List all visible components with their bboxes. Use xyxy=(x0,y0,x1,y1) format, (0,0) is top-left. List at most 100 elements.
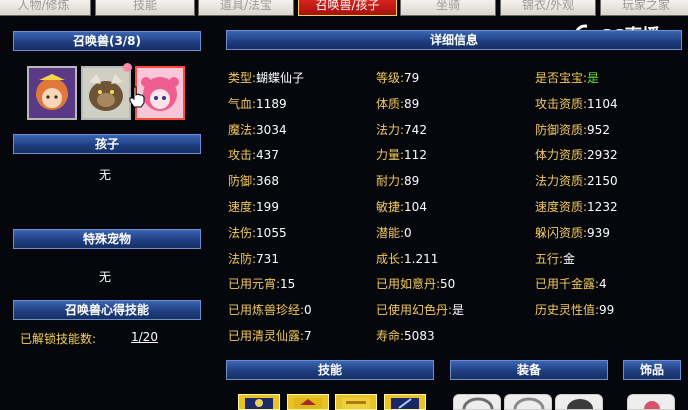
tab-summons[interactable]: 召唤兽/孩子 xyxy=(298,0,397,16)
stat-col3-row-5: 速度资质:1232 xyxy=(535,198,618,215)
tab-mount[interactable]: 坐骑 xyxy=(400,0,496,16)
stat-col2-row-3: 力量:112 xyxy=(376,146,427,163)
stat-value: 2150 xyxy=(587,174,618,188)
stat-value: 99 xyxy=(599,303,615,317)
skill-slot-4[interactable] xyxy=(384,394,426,410)
summon-thumb-2[interactable] xyxy=(81,66,131,120)
stat-label: 类型: xyxy=(228,71,257,85)
stat-col3-row-4: 法力资质:2150 xyxy=(535,172,618,189)
stat-value: 是 xyxy=(587,71,600,85)
stat-col1-row-3: 攻击:437 xyxy=(228,146,279,163)
stat-label: 体质: xyxy=(376,97,405,111)
stat-value: 15 xyxy=(280,277,296,291)
stat-label: 潜能: xyxy=(376,226,405,240)
stat-label: 五行: xyxy=(535,252,564,266)
stat-col3-row-6: 躲闪资质:939 xyxy=(535,224,610,241)
tab-items[interactable]: 道具/法宝 xyxy=(198,0,294,16)
stat-value: 89 xyxy=(404,174,420,188)
stat-value: 蝴蝶仙子 xyxy=(256,71,305,85)
stat-col3-row-2: 防御资质:952 xyxy=(535,121,610,138)
skill-slot-3[interactable] xyxy=(335,394,377,410)
stat-label: 等级: xyxy=(376,71,405,85)
stat-value: 368 xyxy=(256,174,279,188)
stat-col2-row-2: 法力:742 xyxy=(376,121,427,138)
stat-col1-row-5: 速度:199 xyxy=(228,198,279,215)
tab-skills[interactable]: 技能 xyxy=(95,0,195,16)
detail-info-title: 详细信息 xyxy=(226,30,682,50)
equip-slot-1[interactable] xyxy=(453,394,501,410)
stat-col1-row-1: 气血:1189 xyxy=(228,95,287,112)
child-title: 孩子 xyxy=(13,134,201,154)
stat-label: 已用元宵: xyxy=(228,277,281,291)
stat-label: 寿命: xyxy=(376,329,405,343)
stat-value: 1232 xyxy=(587,200,618,214)
stat-label: 成长: xyxy=(376,252,405,266)
stat-col3-row-7: 五行:金 xyxy=(535,250,575,267)
equip-slot-2[interactable] xyxy=(504,394,552,410)
child-value: 无 xyxy=(99,168,112,182)
stat-value: 952 xyxy=(587,123,610,137)
butterfly-fairy-avatar xyxy=(29,68,75,118)
stat-label: 法防: xyxy=(228,252,257,266)
tab-outfit[interactable]: 锦衣/外观 xyxy=(500,0,596,16)
unlocked-skills-label: 已解锁技能数: xyxy=(20,332,97,346)
stat-label: 攻击: xyxy=(228,148,257,162)
unlocked-skills-value[interactable]: 1/20 xyxy=(131,330,158,344)
stat-label: 耐力: xyxy=(376,174,405,188)
stat-label: 已用炼兽珍经: xyxy=(228,303,305,317)
stat-col2-row-0: 等级:79 xyxy=(376,69,419,86)
stat-label: 气血: xyxy=(228,97,257,111)
stat-label: 法力: xyxy=(376,123,405,137)
new-badge-dot xyxy=(123,63,132,72)
stat-value: 2932 xyxy=(587,148,618,162)
stat-value: 437 xyxy=(256,148,279,162)
accessory-slot[interactable] xyxy=(627,394,675,410)
special-pet-title: 特殊宠物 xyxy=(13,229,201,249)
stat-value: 1104 xyxy=(587,97,618,111)
stat-label: 体力资质: xyxy=(535,148,588,162)
tab-home[interactable]: 玩家之家 xyxy=(600,0,688,16)
stat-value: 50 xyxy=(440,277,456,291)
special-pet-value: 无 xyxy=(99,270,112,284)
stat-label: 防御: xyxy=(228,174,257,188)
stat-value: 939 xyxy=(587,226,610,240)
stat-label: 力量: xyxy=(376,148,405,162)
stat-col2-row-5: 敏捷:104 xyxy=(376,198,427,215)
skill-slot-1[interactable] xyxy=(238,394,280,410)
accessory-section-title: 饰品 xyxy=(623,360,681,380)
equip-slot-3[interactable] xyxy=(555,394,603,410)
top-tab-bar: 人物/修炼 技能 道具/法宝 召唤兽/孩子 坐骑 锦衣/外观 玩家之家 xyxy=(0,0,688,17)
summon-thumb-1[interactable] xyxy=(27,66,77,120)
stat-col2-row-7: 成长:1.211 xyxy=(376,250,438,267)
stat-col2-row-1: 体质:89 xyxy=(376,95,419,112)
skill-icon xyxy=(245,398,273,409)
stat-label: 历史灵性值: xyxy=(535,303,600,317)
equipment-section-title: 装备 xyxy=(450,360,608,380)
skill-slot-2[interactable] xyxy=(287,394,329,410)
beast-avatar xyxy=(83,68,129,118)
stat-value: 0 xyxy=(304,303,312,317)
stat-col1-row-0: 类型:蝴蝶仙子 xyxy=(228,69,304,86)
stat-value: 4 xyxy=(599,277,607,291)
collar-equip-icon xyxy=(513,397,545,409)
tab-character[interactable]: 人物/修炼 xyxy=(0,0,91,16)
stat-label: 速度: xyxy=(228,200,257,214)
stat-col1-row-4: 防御:368 xyxy=(228,172,279,189)
stat-col2-row-6: 潜能:0 xyxy=(376,224,412,241)
stat-col1-row-9: 已用炼兽珍经:0 xyxy=(228,301,312,318)
stat-label: 敏捷: xyxy=(376,200,405,214)
stat-col2-row-10: 寿命:5083 xyxy=(376,327,435,344)
hand-cursor-icon xyxy=(129,86,145,108)
stat-value: 1055 xyxy=(256,226,287,240)
stat-label: 已用如意丹: xyxy=(376,277,441,291)
stat-value: 112 xyxy=(404,148,427,162)
stat-col1-row-10: 已用清灵仙露:7 xyxy=(228,327,312,344)
stat-label: 防御资质: xyxy=(535,123,588,137)
stat-label: 已用千金露: xyxy=(535,277,600,291)
stat-col3-row-0: 是否宝宝:是 xyxy=(535,69,599,86)
stat-value: 79 xyxy=(404,71,420,85)
skill-icon xyxy=(294,398,322,409)
stat-label: 攻击资质: xyxy=(535,97,588,111)
stat-value: 1.211 xyxy=(404,252,439,266)
stat-value: 是 xyxy=(452,303,465,317)
